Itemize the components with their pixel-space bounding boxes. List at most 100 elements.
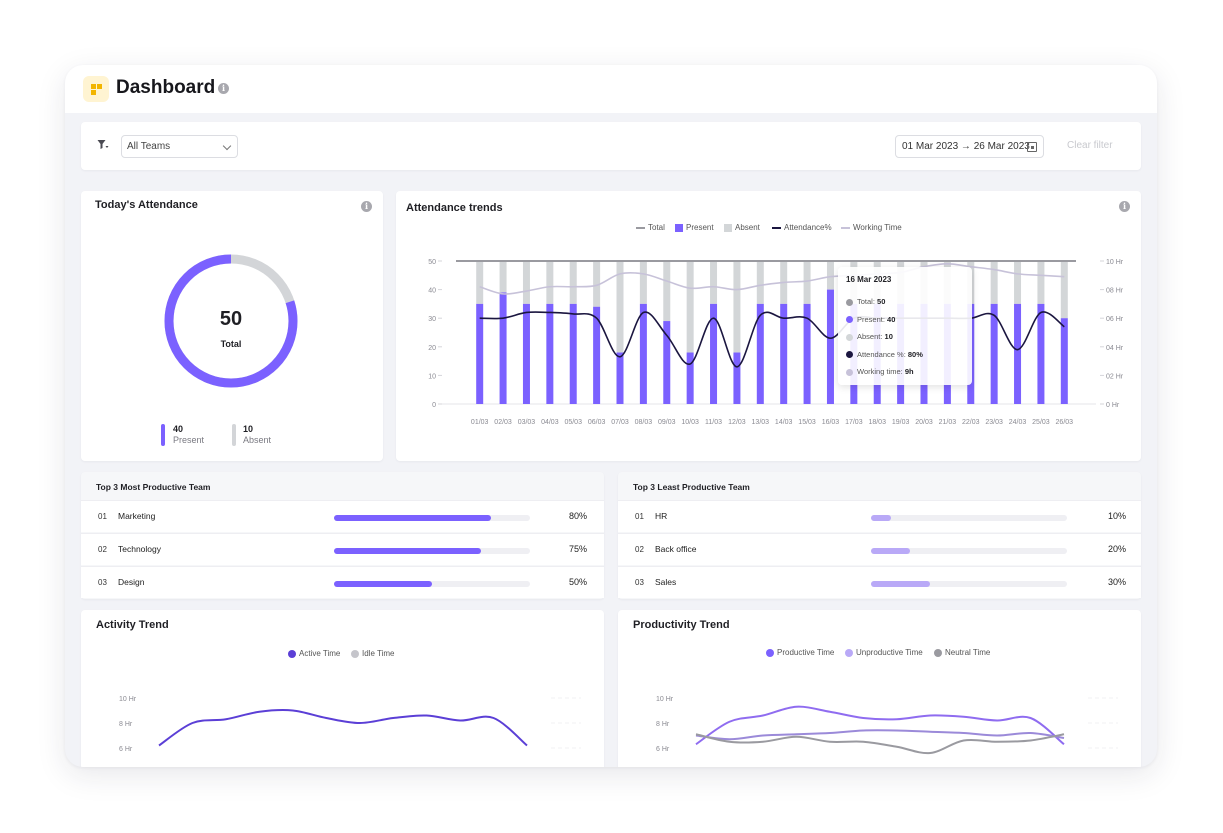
date-range-value: 01 Mar 2023 → 26 Mar 2023 (902, 141, 1030, 152)
tooltip-dot (846, 316, 853, 323)
x-tick-label: 18/03 (868, 419, 886, 426)
bar-absent (804, 261, 811, 304)
x-tick-label: 06/03 (588, 419, 606, 426)
team-percent: 75% (569, 544, 587, 554)
team-progress-fill (334, 515, 491, 521)
x-tick-label: 05/03 (564, 419, 582, 426)
tooltip-date: 16 Mar 2023 (846, 275, 891, 284)
team-row[interactable]: 02 Technology 75% (81, 533, 604, 565)
team-row[interactable]: 02Back office20% (618, 533, 1141, 565)
present-count: 40 (173, 424, 183, 434)
team-rank: 02 (98, 545, 107, 554)
team-row[interactable]: 03Design50% (81, 566, 604, 598)
bar-absent (523, 261, 530, 304)
absent-count: 10 (243, 424, 253, 434)
x-tick-label: 13/03 (752, 419, 770, 426)
date-range-picker[interactable]: 01 Mar 2023 → 26 Mar 2023 (895, 135, 1044, 158)
info-icon[interactable]: i (361, 201, 372, 212)
team-name: Sales (655, 577, 676, 587)
tooltip-row: Present: 40 (846, 315, 895, 324)
trend-line (159, 710, 527, 745)
tooltip-label: Present: (857, 315, 885, 324)
team-row[interactable]: 03 Sales 30% (618, 566, 1141, 598)
x-tick-label: 26/03 (1056, 419, 1074, 426)
y-tick-label: 40 (428, 288, 436, 295)
team-name: Marketing (118, 511, 155, 521)
y2-tick-label: 02 Hr (1106, 373, 1124, 380)
tooltip-label: Total: (857, 297, 875, 306)
y-tick-label: 20 (428, 345, 436, 352)
present-swatch (161, 424, 165, 446)
info-icon[interactable]: i (218, 83, 229, 94)
tooltip-value: 50 (877, 297, 885, 306)
team-progress-track (334, 548, 530, 554)
clear-filter-button[interactable]: Clear filter (1067, 140, 1113, 151)
team-rank: 01 (635, 512, 644, 521)
team-rank: 01 (98, 512, 107, 521)
team-percent: 20% (1108, 544, 1126, 554)
line-working-time (480, 264, 1065, 294)
absent-label: Absent (243, 435, 271, 445)
bar-absent (710, 261, 717, 304)
top-bar: Dashboard i (65, 65, 1157, 113)
bar-absent (827, 261, 834, 290)
bar-absent (991, 261, 998, 304)
y-tick-label: 8 Hr (656, 721, 670, 728)
activity-trend-card: Activity Trend Active Time Idle Time 10 … (81, 610, 604, 767)
team-percent: 30% (1108, 577, 1126, 587)
bar-absent (570, 261, 577, 304)
team-name: Back office (655, 544, 696, 554)
bar-present (546, 304, 553, 404)
attendance-trends-card: Attendance trends i Total Present Absent… (396, 191, 1141, 461)
bar-absent (687, 261, 694, 353)
team-progress-fill (334, 581, 432, 587)
most-productive-title: Top 3 Most Productive Team (96, 482, 210, 492)
team-rank: 03 (635, 578, 644, 587)
chevron-down-icon (223, 142, 231, 150)
x-tick-label: 04/03 (541, 419, 559, 426)
team-row[interactable]: 01HR10% (618, 500, 1141, 532)
y-tick-label: 8 Hr (119, 721, 133, 728)
y-tick-label: 30 (428, 316, 436, 323)
tooltip-label: Working time: (857, 367, 903, 376)
team-select[interactable]: All Teams (121, 135, 238, 158)
productivity-trend-card: Productivity Trend Productive Time Unpro… (618, 610, 1141, 767)
x-tick-label: 10/03 (681, 419, 699, 426)
team-name: Design (118, 577, 144, 587)
tooltip-row: Attendance %: 80% (846, 350, 923, 359)
donut-total-label: Total (221, 339, 242, 349)
bar-present (827, 290, 834, 404)
line-attendance-pct (480, 312, 1065, 367)
x-tick-label: 02/03 (494, 419, 512, 426)
tooltip-dot (846, 369, 853, 376)
team-name: Technology (118, 544, 161, 554)
most-productive-list: 01Marketing80%02Technology75%03Design50% (81, 500, 604, 599)
bar-absent (757, 261, 764, 304)
y-tick-label: 6 Hr (656, 746, 670, 753)
bar-absent (1061, 261, 1068, 318)
tooltip-dot (846, 351, 853, 358)
most-productive-card: Top 3 Most Productive Team 01Marketing80… (81, 472, 604, 599)
bar-present (570, 304, 577, 404)
x-tick-label: 17/03 (845, 419, 863, 426)
bar-absent (546, 261, 553, 304)
calendar-icon[interactable] (1027, 142, 1037, 152)
least-productive-card: Top 3 Least Productive Team 01HR10%02Bac… (618, 472, 1141, 599)
bar-absent (663, 261, 670, 321)
x-tick-label: 11/03 (705, 419, 722, 426)
team-progress-fill (871, 581, 930, 587)
team-progress-track (334, 581, 530, 587)
team-progress-track (334, 515, 530, 521)
team-row[interactable]: 01Marketing80% (81, 500, 604, 532)
present-label: Present (173, 435, 204, 445)
x-tick-label: 09/03 (658, 419, 676, 426)
team-progress-fill (871, 515, 891, 521)
filter-icon[interactable] (97, 139, 109, 151)
donut-total-value: 50 (220, 308, 242, 330)
bar-present (500, 292, 507, 404)
team-progress-fill (871, 548, 910, 554)
tooltip-value: 40 (887, 315, 895, 324)
tooltip-label: Absent: (857, 332, 882, 341)
bar-absent (733, 261, 740, 353)
x-tick-label: 21/03 (939, 419, 957, 426)
